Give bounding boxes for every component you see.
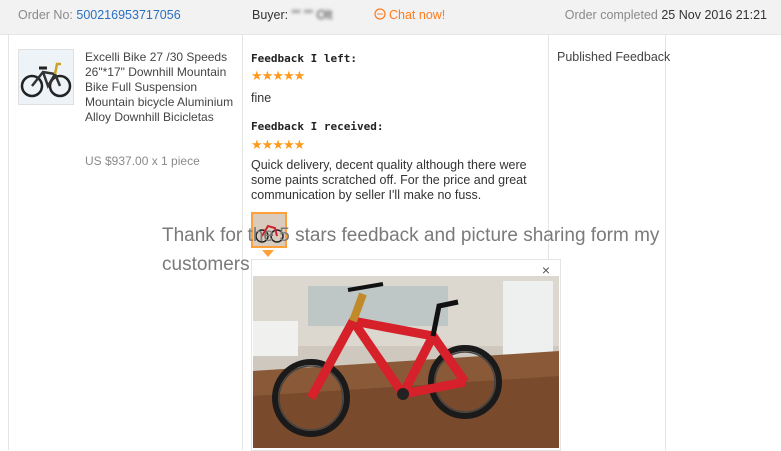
chat-bubble-icon (374, 8, 386, 20)
column-divider (8, 34, 9, 450)
feedback-received-label: Feedback I received: (251, 120, 384, 133)
order-number: Order No: 500216953717056 (18, 8, 181, 22)
feedback-received-text: Quick delivery, decent quality although … (251, 158, 527, 202)
feedback-received-stars: ★★★★★ (251, 137, 305, 152)
chat-now-link[interactable]: Chat now! (374, 8, 445, 22)
order-number-link[interactable]: 500216953717056 (76, 8, 180, 22)
buyer-name: "" "" Olt (291, 8, 333, 22)
order-number-label: Order No: (18, 8, 73, 22)
chat-now-label: Chat now! (389, 8, 446, 22)
feedback-status: Published Feedback (557, 50, 671, 64)
completed-label: Order completed (564, 8, 658, 22)
feedback-left-label: Feedback I left: (251, 52, 357, 65)
order-header-bar: Order No: 500216953717056 Buyer: "" "" O… (0, 0, 781, 35)
product-title-link[interactable]: Excelli Bike 27 /30 Speeds 26"*17" Downh… (85, 50, 237, 125)
customer-bike-photo (253, 276, 559, 448)
overlay-caption: Thank for the 5 stars feedback and pictu… (162, 225, 660, 275)
feedback-left-stars: ★★★★★ (251, 68, 305, 83)
order-completed: Order completed 25 Nov 2016 21:21 (565, 8, 767, 22)
completed-date: 25 Nov 2016 21:21 (661, 8, 767, 22)
product-price: US $937.00 x 1 piece (85, 154, 200, 168)
feedback-left-text: fine (251, 91, 272, 105)
bicycle-image (20, 62, 72, 98)
photo-preview-popup: × (251, 259, 561, 451)
product-thumbnail[interactable] (18, 49, 74, 105)
buyer-label: Buyer: (252, 8, 289, 22)
buyer-info: Buyer: "" "" Olt (252, 8, 332, 22)
